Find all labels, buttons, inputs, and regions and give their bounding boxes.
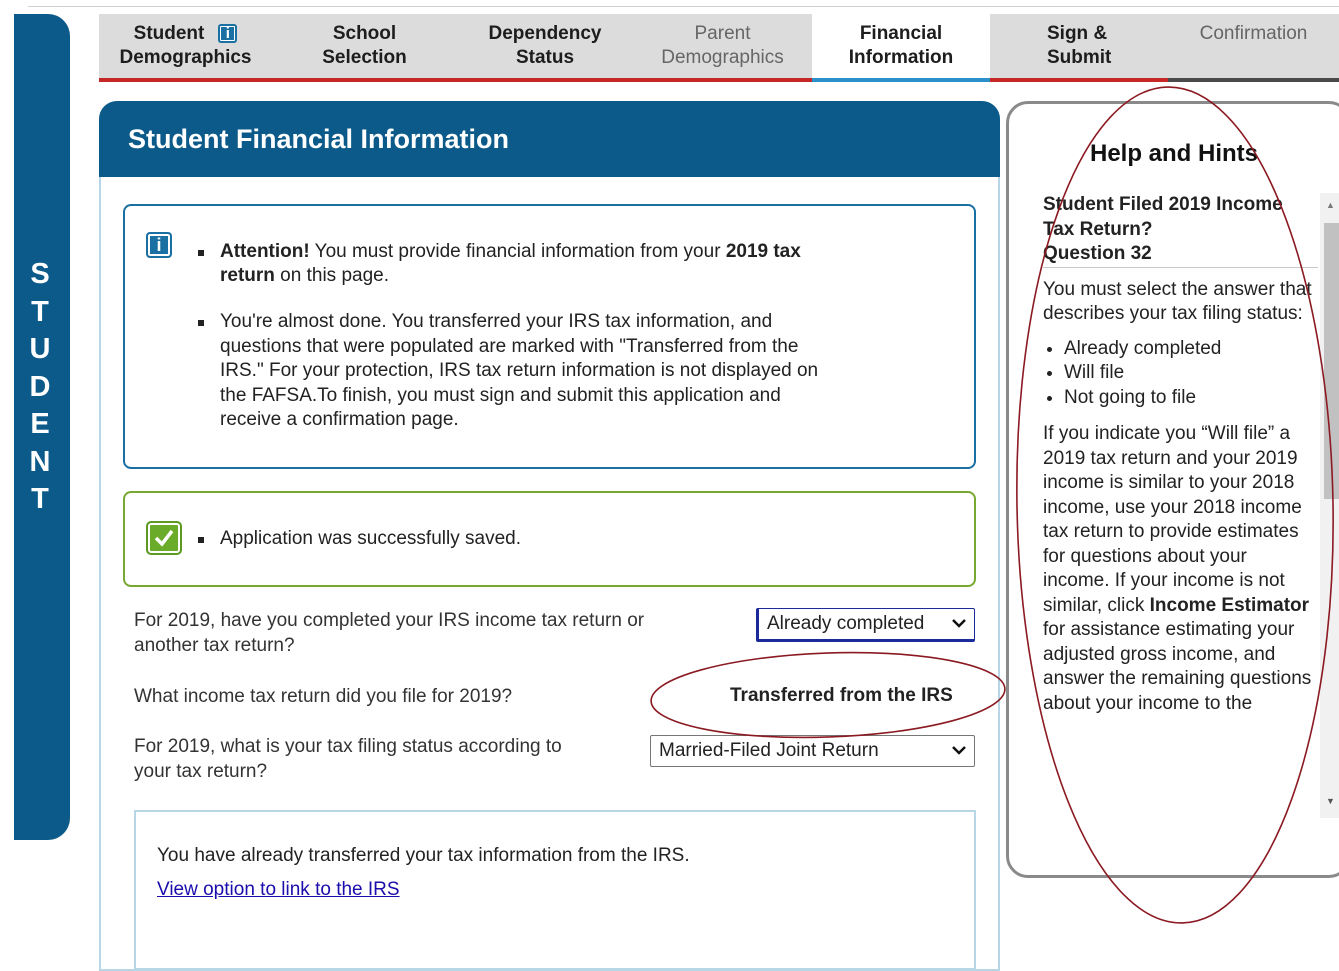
help-intro: You must select the answer that describe… <box>1043 278 1312 325</box>
attention-line2-bold: return <box>220 265 275 286</box>
tab-label-line2: Selection <box>322 47 407 68</box>
attention-line2: return on this page. <box>220 264 389 289</box>
list-item: Will file <box>1064 361 1318 386</box>
side-letter: N <box>29 445 51 478</box>
help-body: If you indicate you “Will file” a 2019 t… <box>1043 422 1318 716</box>
side-letter: D <box>29 370 51 403</box>
side-letter: E <box>30 408 50 440</box>
question-line: another tax return? <box>134 634 295 656</box>
tax-return-status-select[interactable]: Already completed <box>756 608 975 642</box>
attention-line2-text: on this page. <box>274 265 389 286</box>
list-item: Not going to file <box>1064 386 1318 411</box>
tab-confirmation: Confirmation <box>1168 14 1339 82</box>
tab-sign-submit[interactable]: Sign & Submit <box>990 14 1168 82</box>
scrollbar-thumb[interactable] <box>1324 223 1339 499</box>
help-title: Help and Hints <box>1090 140 1259 167</box>
question-line: For 2019, have you completed your IRS in… <box>134 610 645 631</box>
save-success-text: Application was successfully saved. <box>220 528 521 549</box>
link-to-irs-option[interactable]: View option to link to the IRS <box>157 879 400 901</box>
notice-line: IRS." For your protection, IRS tax retur… <box>220 360 819 381</box>
tab-label-line2: Demographics <box>119 47 252 68</box>
help-heading: Student Filed 2019 Income Tax Return? <box>1043 194 1283 240</box>
notice-line: You're almost done. You transferred your… <box>220 311 773 332</box>
tab-label-line1: Confirmation <box>1199 23 1308 44</box>
tab-dependency-status[interactable]: Dependency Status <box>457 14 633 82</box>
chevron-down-icon <box>952 746 966 755</box>
question-line: your tax return? <box>134 760 268 782</box>
tab-label-line2: Demographics <box>661 47 784 68</box>
question-line: For 2019, what is your tax filing status… <box>134 736 562 757</box>
scroll-down-arrow-icon[interactable]: ▼ <box>1326 796 1335 806</box>
help-content[interactable]: Student Filed 2019 Income Tax Return? Qu… <box>1043 193 1318 818</box>
top-divider <box>28 6 1339 7</box>
tab-label-line1: Parent <box>694 23 751 44</box>
tab-label-line1: Financial <box>859 23 943 44</box>
tab-label-line2: Information <box>848 47 954 68</box>
select-value: Already completed <box>767 613 925 634</box>
notice-paragraph: You're almost done. You transferred your… <box>220 310 818 433</box>
tab-label-line1: Dependency <box>488 23 602 44</box>
income-estimator-link[interactable]: Income Estimator <box>1150 595 1309 616</box>
tab-parent-demographics: Parent Demographics <box>633 14 812 82</box>
bullet <box>198 320 204 326</box>
tab-financial-information[interactable]: Financial Information <box>812 14 990 82</box>
select-value: Married-Filed Joint Return <box>659 740 879 761</box>
info-icon[interactable]: i <box>218 24 238 43</box>
question-return-type: What income tax return did you file for … <box>134 686 513 707</box>
tab-label-line1: School <box>332 23 397 44</box>
list-item: Already completed <box>1064 337 1318 362</box>
irs-transfer-text: You have already transferred your tax in… <box>157 845 690 866</box>
page-title: Student Financial Information <box>128 124 510 154</box>
side-letter: S <box>30 258 50 290</box>
filing-status-select[interactable]: Married-Filed Joint Return <box>650 735 975 767</box>
side-letter: T <box>31 295 49 328</box>
chevron-down-icon <box>952 619 966 628</box>
tab-label-line1: Sign & <box>1047 23 1108 44</box>
side-letter: T <box>31 483 49 515</box>
divider <box>1043 266 1318 268</box>
tab-label-line1: Student <box>133 23 205 44</box>
attention-year: 2019 tax <box>725 241 801 262</box>
help-body-text: If you indicate you “Will file” a 2019 t… <box>1043 423 1302 616</box>
info-icon: i <box>146 232 172 258</box>
scroll-up-arrow-icon[interactable]: ▲ <box>1326 200 1335 210</box>
notice-line: receive a confirmation page. <box>220 409 459 430</box>
side-label-student: S T U D E N T <box>26 256 54 519</box>
tab-student-demographics[interactable]: Student i Demographics <box>99 14 272 82</box>
checkmark-icon <box>146 521 182 555</box>
bullet <box>198 537 204 543</box>
transferred-from-irs-label: Transferred from the IRS <box>730 685 953 706</box>
attention-label: Attention! <box>220 241 310 262</box>
notice-line: the FAFSA.To finish, you must sign and s… <box>220 384 781 406</box>
bullet <box>198 250 204 256</box>
attention-line1: Attention! You must provide financial in… <box>220 240 801 265</box>
help-body-text: for assistance estimating your adjusted … <box>1043 619 1312 714</box>
help-question-number: Question 32 <box>1043 243 1152 264</box>
notice-line: questions that were populated are marked… <box>220 335 799 357</box>
side-letter: U <box>29 333 51 365</box>
attention-text: You must provide financial information f… <box>309 241 726 262</box>
tab-school-selection[interactable]: School Selection <box>272 14 457 82</box>
help-options-list: Already completed Will file Not going to… <box>1043 337 1318 411</box>
question-filing-status: For 2019, what is your tax filing status… <box>134 735 562 784</box>
tab-label-line2: Submit <box>1047 47 1112 68</box>
question-tax-return-completed: For 2019, have you completed your IRS in… <box>134 609 644 658</box>
tab-label-line2: Status <box>515 47 575 68</box>
